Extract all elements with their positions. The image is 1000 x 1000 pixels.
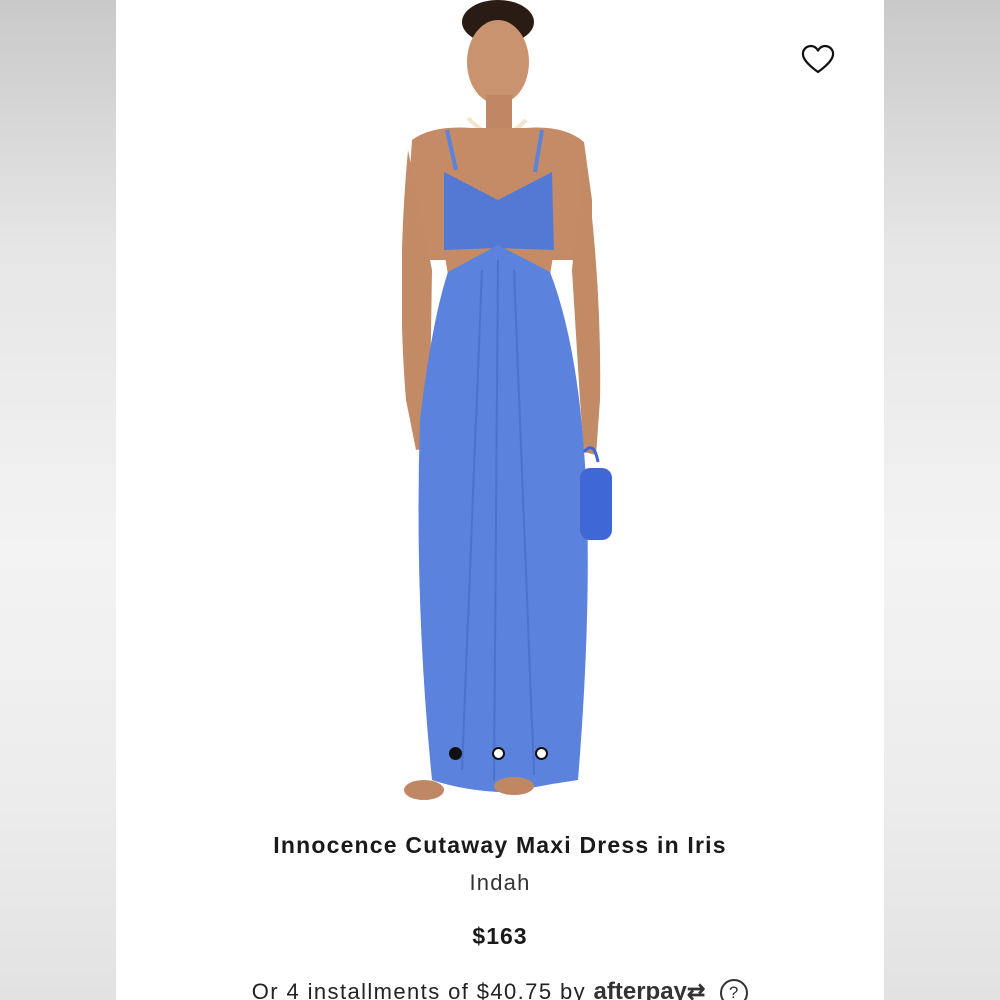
product-price: $163 bbox=[472, 923, 528, 949]
afterpay-logo[interactable]: afterpay bbox=[594, 978, 687, 1000]
product-image[interactable] bbox=[401, 0, 618, 818]
carousel-dot-1[interactable] bbox=[449, 746, 462, 760]
blurred-background-left bbox=[0, 0, 116, 1000]
favorite-button[interactable] bbox=[800, 42, 836, 76]
product-title: Innocence Cutaway Maxi Dress in Iris bbox=[273, 832, 727, 858]
product-brand[interactable]: Indah bbox=[116, 870, 884, 896]
image-carousel-dots bbox=[449, 745, 559, 761]
installments-info: Or 4 installments of $40.75 by afterpay⇄… bbox=[116, 978, 884, 1000]
question-circle-icon[interactable]: ? bbox=[720, 979, 749, 1000]
carousel-dot-3[interactable] bbox=[535, 746, 548, 760]
heart-icon bbox=[801, 44, 835, 74]
product-card: Innocence Cutaway Maxi Dress in Iris Ind… bbox=[116, 0, 884, 1000]
blurred-background-right bbox=[884, 0, 1000, 1000]
installments-text: Or 4 installments of $40.75 by bbox=[251, 979, 586, 1000]
carousel-dot-2[interactable] bbox=[492, 746, 505, 760]
product-photo-illustration bbox=[401, 0, 612, 800]
afterpay-arrow-icon: ⇄ bbox=[686, 979, 707, 1000]
